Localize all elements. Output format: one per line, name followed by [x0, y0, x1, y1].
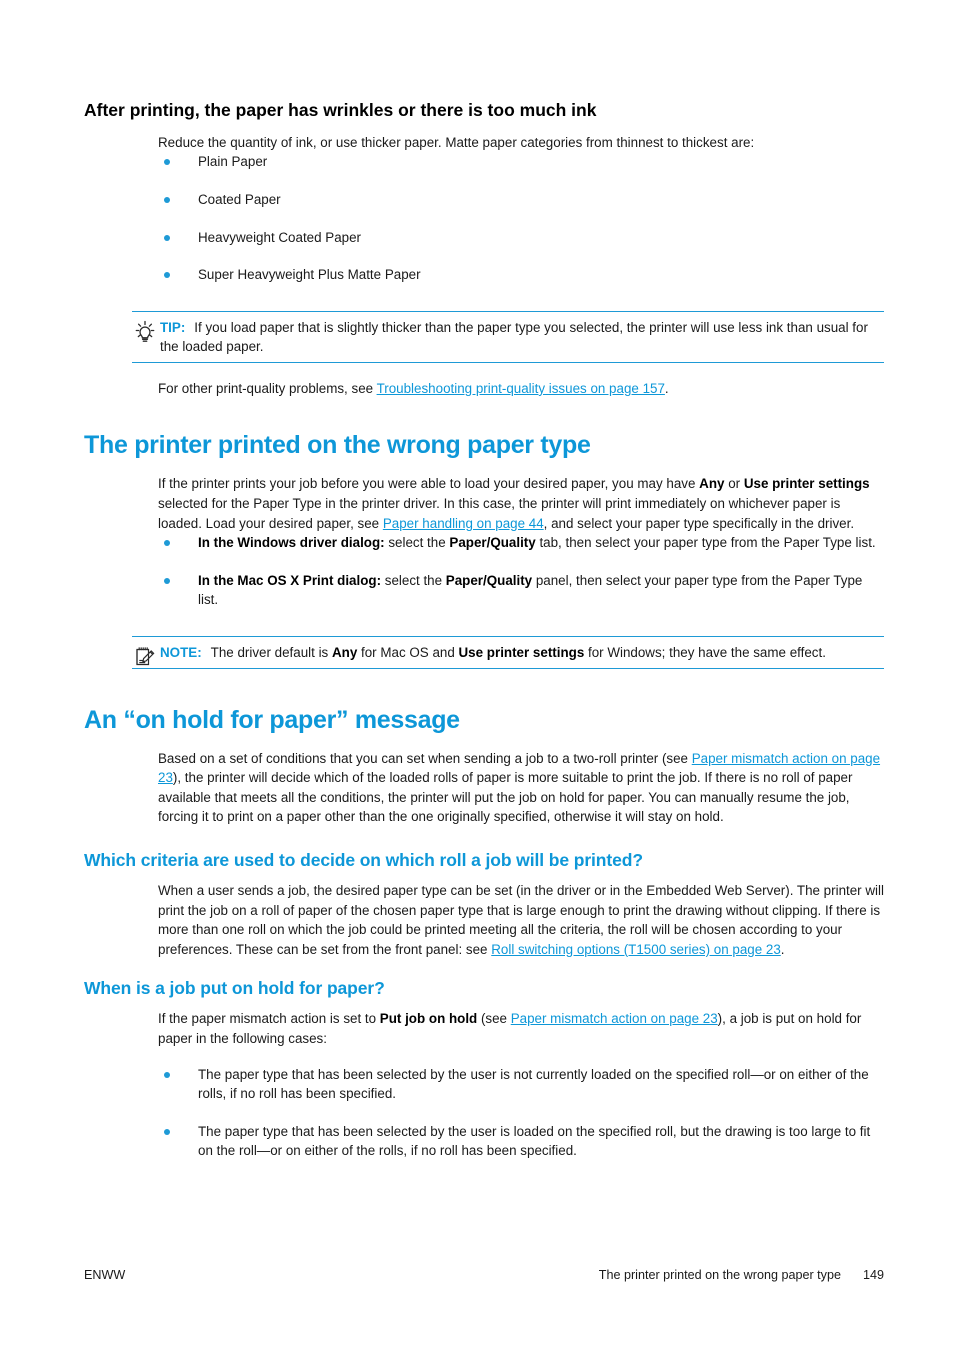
mac-dialog-panel: Paper/Quality	[445, 572, 533, 588]
windows-dialog-label: In the Windows driver dialog:	[198, 535, 385, 551]
s3s1-t2: .	[780, 941, 785, 957]
closing-suffix: .	[664, 380, 669, 396]
list-item: Heavyweight Coated Paper	[158, 228, 884, 248]
s3p1-t2: ), the printer will decide which of the …	[158, 770, 853, 825]
section2-intro-block: If the printer prints your job before yo…	[158, 474, 884, 533]
s3p1-t1: Based on a set of conditions that you ca…	[158, 750, 692, 766]
tip-label: TIP:	[160, 319, 186, 335]
subsection-heading-when-job-on-hold: When is a job put on hold for paper?	[84, 978, 385, 999]
page-footer: ENWW The printer printed on the wrong pa…	[84, 1268, 884, 1282]
note-t1: The driver default is	[210, 645, 332, 661]
s3s2-b1: Put job on hold	[379, 1011, 478, 1027]
lightbulb-icon	[132, 319, 158, 345]
list-item-label: The paper type that has been selected by…	[198, 1066, 869, 1102]
bullet-dot-icon	[164, 1128, 170, 1135]
list-item: Coated Paper	[158, 190, 884, 210]
tip-callout: TIP: If you load paper that is slightly t…	[132, 310, 884, 363]
tip-callout-text: TIP: If you load paper that is slightly t…	[160, 318, 884, 357]
footer-left-label: ENWW	[84, 1268, 126, 1282]
windows-dialog-t2: tab, then select your paper type from th…	[535, 535, 876, 551]
subsection2-paragraph: If the paper mismatch action is set to P…	[158, 1009, 884, 1048]
footer-section-title: The printer printed on the wrong paper t…	[598, 1268, 841, 1282]
s3s2-t2: (see	[477, 1011, 511, 1027]
list-item: In the Mac OS X Print dialog: select the…	[158, 571, 884, 610]
list-item-label: The paper type that has been selected by…	[198, 1123, 871, 1159]
note-callout: NOTE: The driver default is Any for Mac O…	[132, 636, 884, 669]
subsection2-block: If the paper mismatch action is set to P…	[158, 1009, 884, 1048]
footer-page-number: 149	[862, 1268, 884, 1282]
section1-closing-paragraph: For other print-quality problems, see Tr…	[158, 379, 884, 399]
subsection-heading-which-criteria: Which criteria are used to decide on whi…	[84, 850, 643, 870]
list-item: Plain Paper	[158, 152, 884, 172]
windows-dialog-t1: select the	[384, 535, 450, 551]
list-item-label: Super Heavyweight Plus Matte Paper	[198, 267, 421, 283]
bullet-dot-icon	[164, 540, 170, 547]
s2p1-t1: If the printer prints your job before yo…	[158, 476, 700, 492]
bullet-dot-icon	[164, 234, 170, 241]
section1-closing-block: For other print-quality problems, see Tr…	[158, 379, 884, 399]
page-content: After printing, the paper has wrinkles o…	[84, 88, 884, 1167]
bullet-dot-icon	[164, 1071, 170, 1078]
note-b1: Any	[331, 645, 358, 661]
paper-type-list: Plain Paper Coated Paper Heavyweight Coa…	[158, 152, 884, 284]
section3-intro-block: Based on a set of conditions that you ca…	[158, 749, 884, 827]
link-roll-switching-options[interactable]: Roll switching options (T1500 series) on…	[491, 942, 781, 957]
notepad-pencil-icon	[132, 644, 158, 670]
section-heading-wrong-paper-type: The printer printed on the wrong paper t…	[84, 431, 591, 460]
driver-dialog-list: In the Windows driver dialog: select the…	[158, 533, 884, 610]
document-page: After printing, the paper has wrinkles o…	[0, 0, 954, 1350]
windows-dialog-tab: Paper/Quality	[449, 535, 536, 551]
list-item: The paper type that has been selected by…	[158, 1065, 884, 1104]
s2p1-b2: Use printer settings	[743, 476, 870, 492]
section1-intro-paragraph: Reduce the quantity of ink, or use thick…	[158, 134, 755, 150]
tip-body: If you load paper that is slightly thick…	[160, 319, 868, 355]
bullet-dot-icon	[164, 577, 170, 584]
bullet-dot-icon	[164, 159, 170, 166]
note-callout-text: NOTE: The driver default is Any for Mac O…	[160, 643, 884, 663]
link-troubleshooting-print-quality[interactable]: Troubleshooting print-quality issues on …	[377, 381, 665, 396]
note-label: NOTE:	[160, 645, 202, 661]
note-t3: for Windows; they have the same effect.	[584, 645, 826, 661]
section-heading-on-hold-for-paper: An “on hold for paper” message	[84, 705, 460, 734]
section2-paragraph-1: If the printer prints your job before yo…	[158, 474, 884, 533]
list-item: The paper type that has been selected by…	[158, 1122, 884, 1161]
mac-dialog-label: In the Mac OS X Print dialog:	[198, 572, 382, 588]
list-item: In the Windows driver dialog: select the…	[158, 533, 884, 553]
list-item: Super Heavyweight Plus Matte Paper	[158, 265, 884, 285]
list-item-label: Heavyweight Coated Paper	[198, 229, 362, 245]
closing-prefix: For other print-quality problems, see	[158, 380, 377, 396]
link-paper-mismatch-action-2[interactable]: Paper mismatch action on page 23	[511, 1011, 718, 1026]
mac-dialog-t1: select the	[381, 572, 446, 588]
s2p1-t2: or	[724, 476, 744, 492]
subsection1-block: When a user sends a job, the desired pap…	[158, 881, 884, 959]
section1-intro-block: Reduce the quantity of ink, or use thick…	[158, 133, 884, 153]
footer-right: The printer printed on the wrong paper t…	[599, 1268, 884, 1282]
list-item-label: Coated Paper	[198, 191, 281, 207]
subsection1-paragraph: When a user sends a job, the desired pap…	[158, 881, 884, 959]
section-heading-wrinkles: After printing, the paper has wrinkles o…	[84, 99, 597, 120]
bullet-dot-icon	[164, 196, 170, 203]
bullet-dot-icon	[164, 272, 170, 279]
note-t2: for Mac OS and	[357, 645, 459, 661]
s3s2-t1: If the paper mismatch action is set to	[158, 1011, 380, 1027]
note-b2: Use printer settings	[458, 645, 585, 661]
section3-paragraph-1: Based on a set of conditions that you ca…	[158, 749, 884, 827]
list-item-label: Plain Paper	[198, 154, 268, 170]
link-paper-handling[interactable]: Paper handling on page 44	[383, 516, 544, 531]
s2p1-t4: , and select your paper type specificall…	[543, 515, 855, 531]
s2p1-b1: Any	[699, 476, 725, 492]
hold-cases-list: The paper type that has been selected by…	[158, 1065, 884, 1161]
